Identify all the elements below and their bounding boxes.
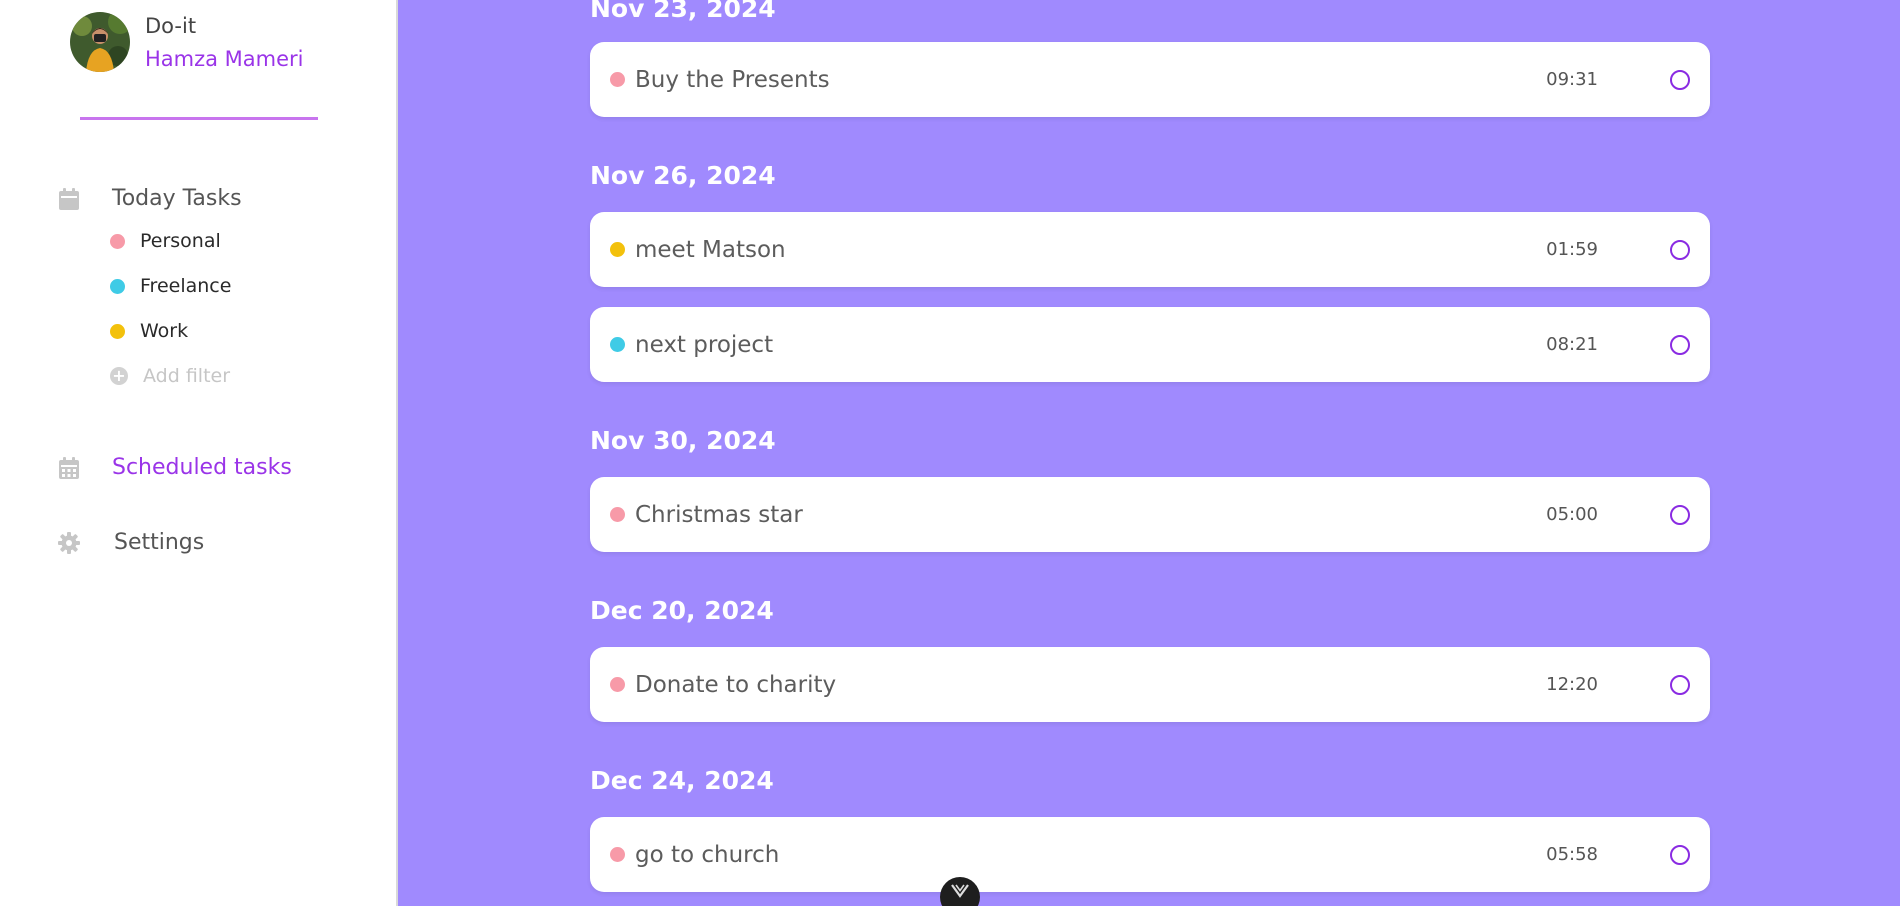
filter-personal[interactable]: Personal <box>110 230 221 252</box>
task-time: 05:58 <box>1546 844 1598 865</box>
add-filter-label: Add filter <box>143 365 231 387</box>
task-title: Donate to charity <box>635 671 837 698</box>
task-card[interactable]: Donate to charity 12:20 <box>590 647 1710 722</box>
filter-freelance-label: Freelance <box>140 275 232 297</box>
task-title: next project <box>635 331 774 358</box>
add-filter-button[interactable]: + Add filter <box>110 365 230 387</box>
task-card[interactable]: meet Matson 01:59 <box>590 212 1710 287</box>
category-dot <box>610 847 625 862</box>
task-title: Buy the Presents <box>635 66 830 93</box>
chevron-down-icon <box>951 883 969 906</box>
task-time: 05:00 <box>1546 504 1598 525</box>
profile-divider <box>80 117 318 120</box>
filter-work-label: Work <box>140 320 189 342</box>
task-card[interactable]: next project 08:21 <box>590 307 1710 382</box>
personal-dot <box>110 233 125 249</box>
sidebar: Do-it Hamza Mameri Today Tasks Personal <box>0 0 398 906</box>
calendar-grid-icon <box>58 456 80 479</box>
app-name: Do-it <box>145 14 197 38</box>
task-card[interactable]: Christmas star 05:00 <box>590 477 1710 552</box>
complete-task-checkbox[interactable] <box>1670 844 1690 865</box>
app-window: Do-it Hamza Mameri Today Tasks Personal <box>0 0 1900 906</box>
category-dot <box>610 507 625 522</box>
date-heading: Dec 24, 2024 <box>590 766 774 795</box>
work-dot <box>110 323 125 339</box>
calendar-icon <box>58 187 80 210</box>
complete-task-checkbox[interactable] <box>1670 334 1690 355</box>
date-heading: Nov 26, 2024 <box>590 161 776 190</box>
task-title: go to church <box>635 841 780 868</box>
avatar[interactable] <box>70 12 130 72</box>
nav-scheduled-tasks[interactable]: Scheduled tasks <box>58 455 292 480</box>
profile-text: Do-it Hamza Mameri <box>145 14 304 70</box>
task-time: 01:59 <box>1546 239 1598 260</box>
profile: Do-it Hamza Mameri <box>70 12 304 72</box>
category-dot <box>610 242 625 257</box>
date-heading: Nov 30, 2024 <box>590 426 776 455</box>
task-title: meet Matson <box>635 236 786 263</box>
task-time: 08:21 <box>1546 334 1598 355</box>
gear-icon <box>58 531 80 554</box>
date-heading: Dec 20, 2024 <box>590 596 774 625</box>
category-dot <box>610 72 625 87</box>
nav-scheduled-tasks-label: Scheduled tasks <box>112 455 292 480</box>
nav-settings-label: Settings <box>114 530 205 555</box>
filter-personal-label: Personal <box>140 230 221 252</box>
task-title: Christmas star <box>635 501 803 528</box>
nav-today-tasks-label: Today Tasks <box>112 186 242 211</box>
scheduled-tasks-panel: Nov 23, 2024 Buy the Presents 09:31 Nov … <box>400 0 1900 906</box>
complete-task-checkbox[interactable] <box>1670 674 1690 695</box>
task-card[interactable]: go to church 05:58 <box>590 817 1710 892</box>
user-name[interactable]: Hamza Mameri <box>145 49 304 70</box>
freelance-dot <box>110 278 125 294</box>
complete-task-checkbox[interactable] <box>1670 239 1690 260</box>
task-card[interactable]: Buy the Presents 09:31 <box>590 42 1710 117</box>
complete-task-checkbox[interactable] <box>1670 69 1690 90</box>
category-dot <box>610 337 625 352</box>
complete-task-checkbox[interactable] <box>1670 504 1690 525</box>
filter-work[interactable]: Work <box>110 320 188 342</box>
task-time: 09:31 <box>1546 69 1598 90</box>
filter-freelance[interactable]: Freelance <box>110 275 231 297</box>
nav-settings[interactable]: Settings <box>58 530 204 555</box>
category-dot <box>610 677 625 692</box>
date-heading: Nov 23, 2024 <box>590 0 776 23</box>
nav-today-tasks[interactable]: Today Tasks <box>58 186 242 211</box>
task-time: 12:20 <box>1546 674 1598 695</box>
plus-circle-icon: + <box>110 367 128 385</box>
